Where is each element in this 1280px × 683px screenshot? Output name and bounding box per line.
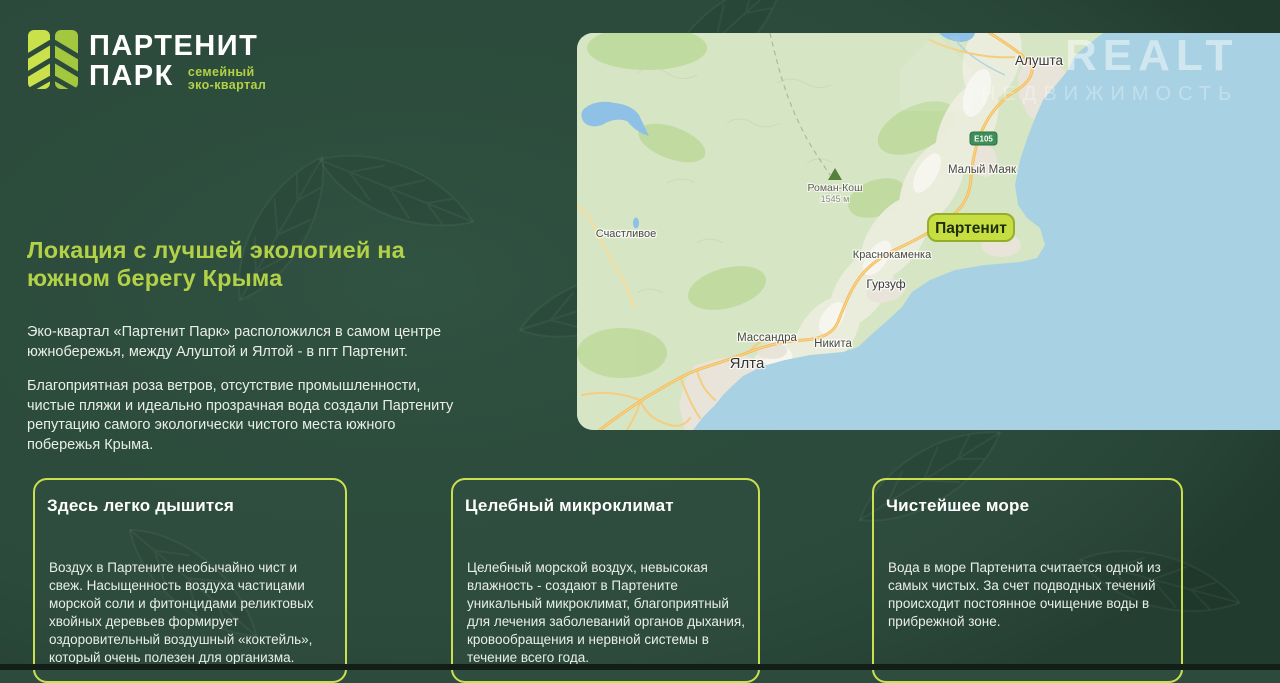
watermark-realt: REALT [1065, 33, 1238, 81]
logo-subtitle-line2: эко-квартал [188, 79, 266, 92]
road-badge-e105: E105 [970, 132, 997, 145]
card-text: Воздух в Партените необычайно чист и све… [49, 559, 333, 667]
page-bottom-divider [0, 664, 1280, 670]
map-label: Малый Маяк [948, 164, 1017, 176]
card-text: Вода в море Партенита считается одной из… [888, 559, 1169, 631]
watermark-house-icon [882, 14, 990, 116]
logo-title-line2: ПАРК [89, 61, 174, 91]
section-paragraph-2: Благоприятная роза ветров, отсутствие пр… [27, 377, 461, 455]
svg-text:E105: E105 [974, 135, 993, 144]
location-section-text: Локация с лучшей экологией на южном бере… [27, 236, 461, 470]
map-label: Ялта [730, 355, 765, 372]
card-text: Целебный морской воздух, невысокая влажн… [467, 559, 746, 667]
map-label: Никита [814, 338, 852, 350]
map-label: Счастливое [596, 228, 656, 240]
map-label: Гурзуф [866, 277, 905, 291]
logo-title-line1: ПАРТЕНИТ [89, 31, 266, 61]
section-heading: Локация с лучшей экологией на южном бере… [27, 236, 461, 292]
card-title: Целебный микроклимат [465, 496, 746, 516]
partenit-highlight-badge: Партенит [928, 214, 1014, 241]
site-logo: ПАРТЕНИТ ПАРК семейный эко-квартал [28, 30, 266, 92]
map-label: Алушта [1015, 53, 1063, 68]
card-cleanest-sea: Чистейшее море Вода в море Партенита счи… [872, 478, 1183, 683]
card-title: Здесь легко дышится [47, 496, 333, 516]
heading-line2: южном берегу Крыма [27, 264, 461, 292]
card-healing-microclimate: Целебный микроклимат Целебный морской во… [451, 478, 760, 683]
watermark-nedvizhimost: НЕДВИЖИМОСТЬ [981, 83, 1238, 106]
map-label: Краснокаменка [853, 249, 932, 261]
heading-line1: Локация с лучшей экологией на [27, 236, 461, 264]
card-title: Чистейшее море [886, 496, 1169, 516]
svg-text:1545 м: 1545 м [821, 194, 850, 204]
logo-tree-icon [28, 30, 78, 89]
svg-text:Партенит: Партенит [935, 220, 1007, 237]
map-label: Массандра [737, 332, 797, 344]
logo-subtitle: семейный эко-квартал [188, 66, 266, 92]
section-paragraph-1: Эко-квартал «Партенит Парк» расположился… [27, 323, 461, 362]
card-easy-breathing: Здесь легко дышится Воздух в Партените н… [33, 478, 347, 683]
svg-text:Роман-Кош: Роман-Кош [807, 182, 862, 194]
